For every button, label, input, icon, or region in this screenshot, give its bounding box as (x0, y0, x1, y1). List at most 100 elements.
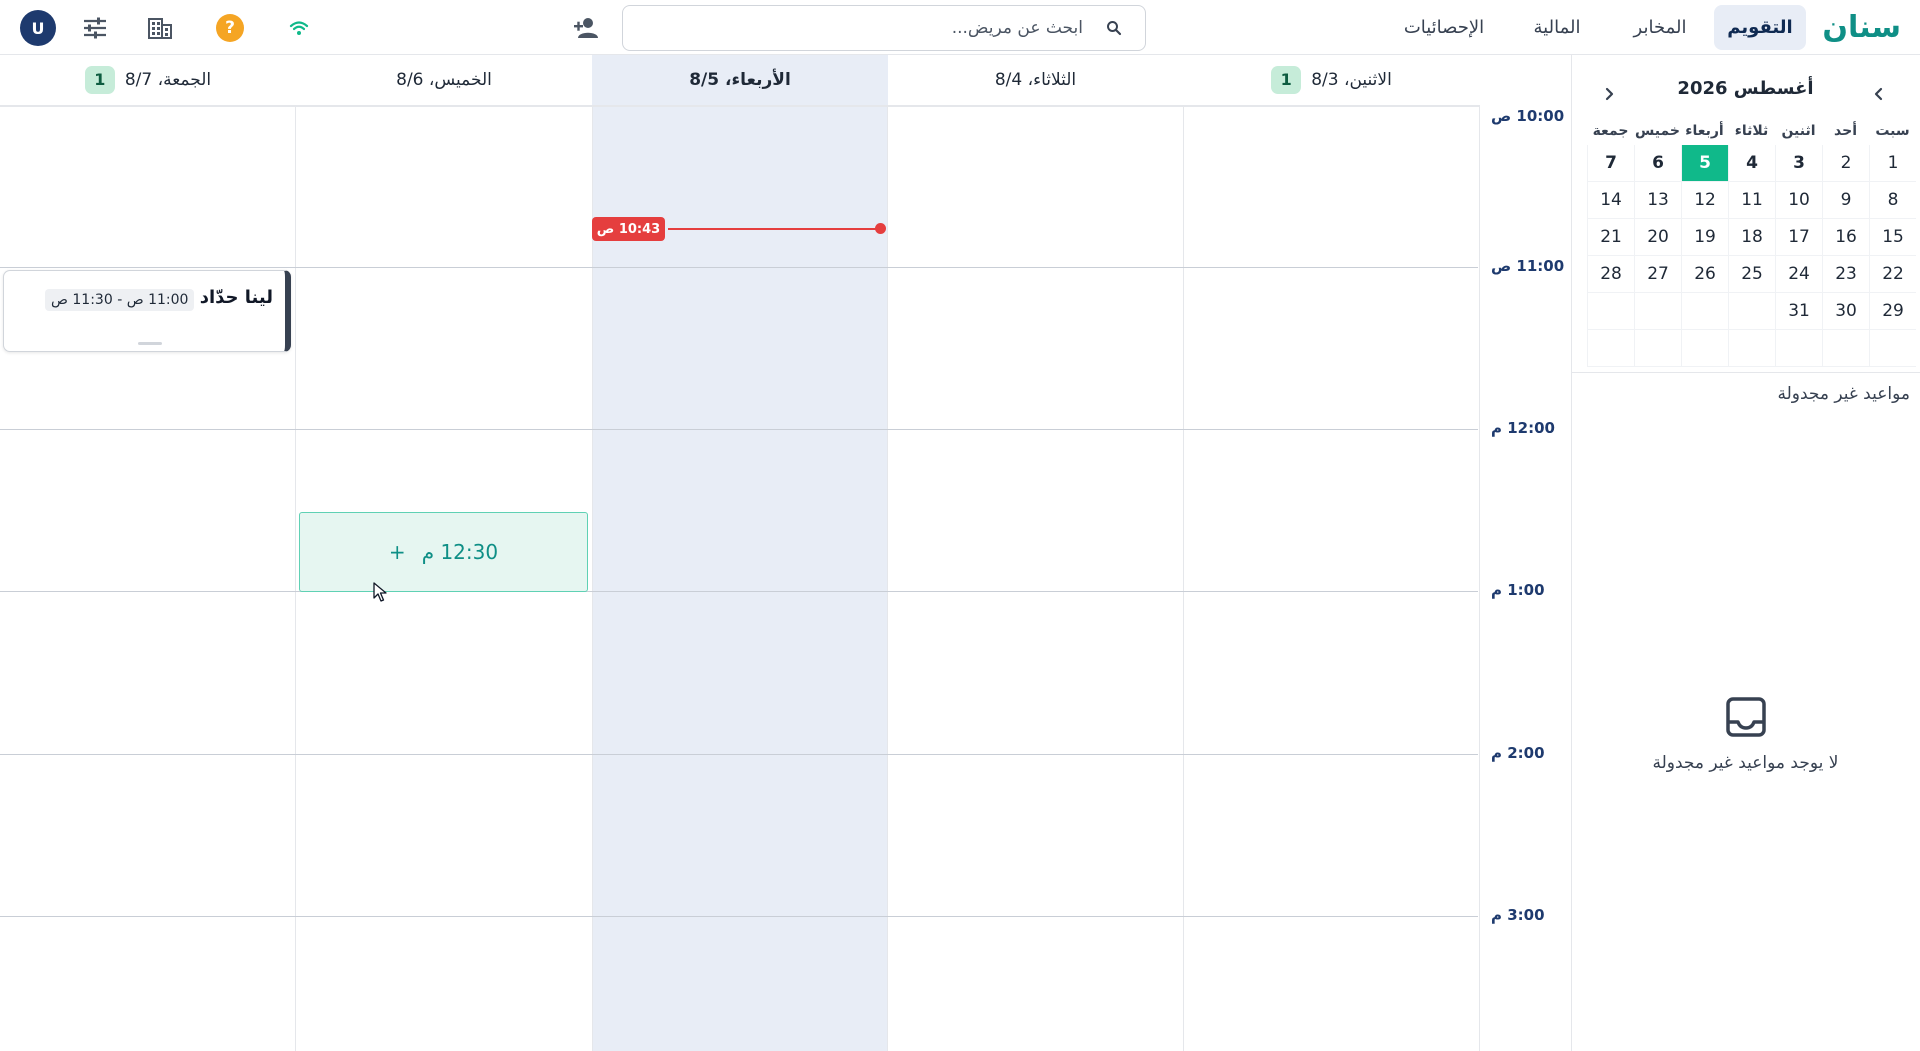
day-cell[interactable]: 23 (1822, 256, 1869, 293)
day-cell[interactable]: 24 (1775, 256, 1822, 293)
weekday-label: ثلاثاء (1734, 123, 1769, 139)
slot-time: 12:30 م (421, 540, 499, 564)
search-input[interactable] (635, 14, 1083, 42)
day-header-wed[interactable]: الأربعاء، 8/5 (592, 55, 888, 106)
day-cell[interactable]: 18 (1728, 219, 1775, 256)
day-cell[interactable]: 22 (1869, 256, 1916, 293)
weekday-label: سبت (1875, 123, 1910, 139)
day-cell[interactable]: 26 (1681, 256, 1728, 293)
mini-calendar-grid: سبت أحد اثنين ثلاثاء أربعاء خميس جمعة 1 … (1586, 117, 1916, 367)
hour-line (0, 429, 1478, 430)
building-icon (148, 18, 172, 39)
day-cell[interactable]: 27 (1634, 256, 1681, 293)
chevron-right-icon (1605, 87, 1614, 101)
column-divider (887, 106, 888, 1051)
unscheduled-title: مواعيد غير مجدولة (1777, 384, 1910, 404)
day-cell-empty (1681, 330, 1728, 367)
tab-calendar[interactable]: التقويم (1714, 5, 1806, 50)
new-appointment-slot[interactable]: 12:30 م + (299, 512, 588, 592)
day-header-label: الخميس، 8/6 (396, 70, 492, 90)
weekday-label: اثنين (1781, 123, 1816, 139)
appointment-time: 11:00 ص - 11:30 ص (45, 289, 195, 311)
day-cell[interactable]: 6 (1634, 145, 1681, 182)
appointment-count-badge: 1 (1271, 66, 1302, 94)
current-time-dot (875, 223, 886, 234)
hour-line (0, 754, 1478, 755)
day-cell-today[interactable]: 5 (1681, 145, 1728, 182)
column-divider (295, 106, 296, 1051)
day-cell[interactable]: 3 (1775, 145, 1822, 182)
hour-line (0, 916, 1478, 917)
time-label: 2:00 م (1491, 744, 1545, 762)
mini-calendar-header: أغسطس 2026 (1571, 70, 1920, 110)
appointment-card[interactable]: لينا حدّاد 11:00 ص - 11:30 ص (3, 270, 291, 352)
resize-handle[interactable] (138, 342, 162, 345)
day-cell[interactable]: 21 (1587, 219, 1634, 256)
time-gutter-divider (1479, 106, 1480, 1051)
day-cell[interactable]: 4 (1728, 145, 1775, 182)
day-cell[interactable]: 15 (1869, 219, 1916, 256)
tab-statistics[interactable]: الإحصائيات (1384, 5, 1504, 50)
day-header-label: الأربعاء، 8/5 (689, 70, 791, 90)
day-cell[interactable]: 8 (1869, 182, 1916, 219)
day-cell[interactable]: 30 (1822, 293, 1869, 330)
person-add-icon (574, 18, 598, 38)
day-cell-empty (1728, 330, 1775, 367)
day-cell[interactable]: 14 (1587, 182, 1634, 219)
sliders-icon (84, 17, 106, 39)
plus-icon: + (388, 540, 406, 564)
tab-finance[interactable]: المالية (1510, 5, 1604, 50)
sidebar: أغسطس 2026 سبت أحد اثنين ثلاثاء أربعاء خ… (1571, 55, 1920, 1051)
week-row: 29 30 31 (1586, 293, 1916, 330)
day-cell[interactable]: 19 (1681, 219, 1728, 256)
day-cell[interactable]: 25 (1728, 256, 1775, 293)
add-patient-button[interactable] (570, 12, 602, 44)
weekday-label: جمعة (1592, 123, 1629, 139)
day-cell[interactable]: 1 (1869, 145, 1916, 182)
next-month-button[interactable] (1595, 80, 1623, 108)
day-header-label: الاثنين، 8/3 (1311, 70, 1392, 90)
day-cell[interactable]: 20 (1634, 219, 1681, 256)
day-cell[interactable]: 17 (1775, 219, 1822, 256)
day-cell[interactable]: 12 (1681, 182, 1728, 219)
week-row: 8 9 10 11 12 13 14 (1586, 182, 1916, 219)
time-label: 10:00 ص (1491, 107, 1565, 125)
settings-button[interactable] (79, 12, 111, 44)
weekday-row: سبت أحد اثنين ثلاثاء أربعاء خميس جمعة (1586, 117, 1916, 145)
day-cell-empty (1587, 330, 1634, 367)
day-cell[interactable]: 28 (1587, 256, 1634, 293)
user-avatar[interactable]: U (20, 10, 56, 46)
time-label: 11:00 ص (1491, 257, 1565, 275)
day-cell-empty (1587, 293, 1634, 330)
time-label: 12:00 م (1491, 419, 1555, 437)
month-title: أغسطس 2026 (1677, 78, 1814, 99)
hour-line (0, 267, 1478, 268)
day-header-mon[interactable]: الاثنين، 8/3 1 (1183, 55, 1480, 106)
day-cell-empty (1634, 330, 1681, 367)
day-cell[interactable]: 31 (1775, 293, 1822, 330)
day-cell-empty (1822, 330, 1869, 367)
day-cell[interactable]: 16 (1822, 219, 1869, 256)
day-cell[interactable]: 9 (1822, 182, 1869, 219)
brand-logo[interactable]: سنان (1822, 8, 1901, 48)
day-header-fri[interactable]: الجمعة، 8/7 1 (0, 55, 296, 106)
help-button[interactable]: ? (216, 14, 244, 42)
appointment-patient-name: لينا حدّاد (199, 287, 273, 308)
patient-search (622, 5, 1146, 51)
connection-status (283, 12, 315, 44)
day-cell[interactable]: 11 (1728, 182, 1775, 219)
day-header-thu[interactable]: الخميس، 8/6 (296, 55, 592, 106)
day-header-tue[interactable]: الثلاثاء، 8/4 (888, 55, 1183, 106)
week-row (1586, 330, 1916, 367)
today-column (592, 106, 887, 1051)
week-row: 15 16 17 18 19 20 21 (1586, 219, 1916, 256)
clinic-button[interactable] (144, 12, 176, 44)
day-cell[interactable]: 29 (1869, 293, 1916, 330)
appointment-count-badge: 1 (84, 66, 115, 94)
day-cell[interactable]: 2 (1822, 145, 1869, 182)
day-cell[interactable]: 7 (1587, 145, 1634, 182)
day-cell[interactable]: 13 (1634, 182, 1681, 219)
day-cell[interactable]: 10 (1775, 182, 1822, 219)
column-divider (592, 106, 593, 1051)
tab-labs[interactable]: المخابر (1614, 5, 1706, 50)
